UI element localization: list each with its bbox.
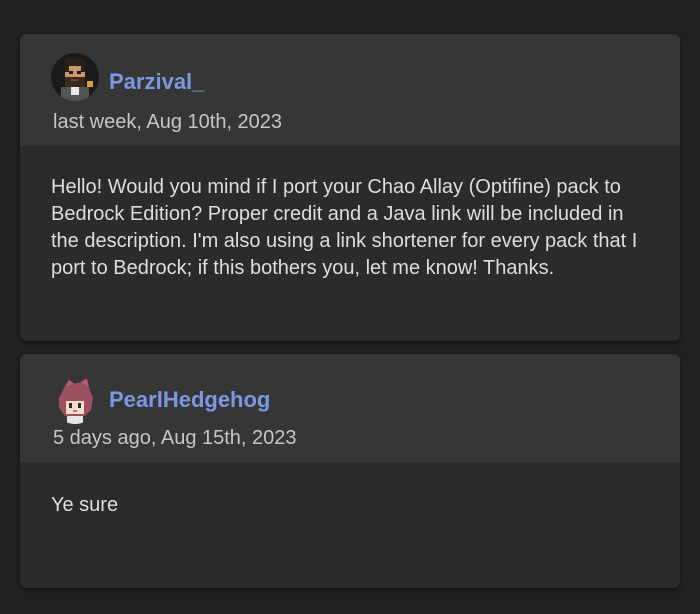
comment-card: Parzival_ last week, Aug 10th, 2023 Hell…: [20, 34, 680, 341]
comment-author-link[interactable]: PearlHedgehog: [109, 387, 270, 413]
comment-header: Parzival_ last week, Aug 10th, 2023: [20, 34, 680, 146]
comment-header: PearlHedgehog 5 days ago, Aug 15th, 2023: [20, 354, 680, 462]
comment-body: Ye sure: [20, 462, 680, 519]
comment-timestamp: 5 days ago, Aug 15th, 2023: [53, 427, 297, 449]
comment-timestamp: last week, Aug 10th, 2023: [53, 111, 283, 133]
comments-page: Parzival_ last week, Aug 10th, 2023 Hell…: [0, 0, 700, 614]
comment-body: Hello! Would you mind if I port your Cha…: [20, 146, 680, 282]
comment-author-link[interactable]: Parzival_: [109, 69, 204, 95]
comment-card: PearlHedgehog 5 days ago, Aug 15th, 2023…: [20, 354, 680, 588]
user-avatar-icon[interactable]: [51, 53, 99, 101]
comment-message: Ye sure: [51, 494, 119, 516]
user-avatar-icon[interactable]: [51, 376, 99, 424]
comment-message: Hello! Would you mind if I port your Cha…: [51, 176, 638, 279]
